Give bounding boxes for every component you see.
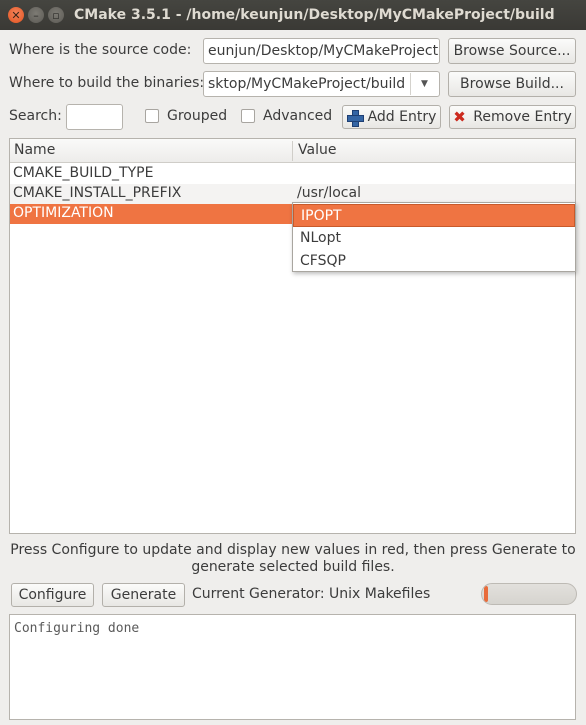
close-window-button[interactable]: ✕: [8, 7, 24, 23]
row-value[interactable]: /usr/local: [297, 185, 361, 201]
chevron-down-icon[interactable]: ▼: [410, 73, 438, 95]
maximize-window-button[interactable]: ▫: [48, 7, 64, 23]
plus-icon: [346, 109, 364, 127]
browse-build-button[interactable]: Browse Build...: [448, 71, 576, 97]
remove-icon: ✖: [453, 108, 466, 126]
table-row[interactable]: CMAKE_BUILD_TYPE: [10, 164, 575, 184]
output-log[interactable]: Configuring done: [9, 614, 576, 720]
source-path-input[interactable]: eunjun/Desktop/MyCMakeProject: [203, 38, 440, 64]
cache-table: Name Value CMAKE_BUILD_TYPE CMAKE_INSTAL…: [9, 138, 576, 534]
column-divider[interactable]: [292, 141, 293, 161]
title-bar: ✕ – ▫ CMake 3.5.1 - /home/keunjun/Deskto…: [0, 0, 586, 30]
dropdown-option-ipopt[interactable]: IPOPT: [293, 204, 575, 227]
build-path-value: sktop/MyCMakeProject/build: [208, 76, 406, 92]
advanced-checkbox[interactable]: [241, 109, 255, 123]
value-dropdown-list: IPOPT NLopt CFSQP: [292, 202, 576, 272]
build-label: Where to build the binaries:: [9, 75, 205, 91]
window-title: CMake 3.5.1 - /home/keunjun/Desktop/MyCM…: [74, 7, 555, 23]
remove-entry-label: Remove Entry: [473, 109, 572, 125]
search-label: Search:: [9, 108, 62, 124]
source-label: Where is the source code:: [9, 42, 192, 58]
grouped-checkbox[interactable]: [145, 109, 159, 123]
progress-bar-fill: [484, 586, 488, 602]
build-path-combo[interactable]: sktop/MyCMakeProject/build ▼: [203, 71, 440, 97]
remove-entry-button[interactable]: ✖ Remove Entry: [449, 105, 576, 129]
browse-build-label: Browse Build...: [460, 76, 564, 92]
configure-button[interactable]: Configure: [11, 583, 94, 607]
column-header-name[interactable]: Name: [14, 142, 55, 158]
current-generator-text: Current Generator: Unix Makefiles: [192, 586, 431, 602]
row-name: OPTIMIZATION: [13, 205, 114, 221]
advanced-label: Advanced: [263, 108, 333, 124]
column-header-value[interactable]: Value: [298, 142, 336, 158]
table-row[interactable]: CMAKE_INSTALL_PREFIX /usr/local: [10, 184, 575, 204]
progress-bar: [481, 583, 577, 605]
generate-button[interactable]: Generate: [102, 583, 185, 607]
add-entry-button[interactable]: Add Entry: [342, 105, 441, 129]
dropdown-option-cfsqp[interactable]: CFSQP: [293, 250, 575, 273]
search-input[interactable]: [66, 104, 123, 130]
grouped-label: Grouped: [167, 108, 228, 124]
add-entry-label: Add Entry: [367, 109, 437, 125]
dropdown-option-nlopt[interactable]: NLopt: [293, 227, 575, 250]
configure-hint: Press Configure to update and display ne…: [10, 542, 576, 575]
minimize-window-button[interactable]: –: [28, 7, 44, 23]
browse-source-button[interactable]: Browse Source...: [448, 38, 576, 64]
row-name: CMAKE_INSTALL_PREFIX: [13, 185, 182, 201]
browse-source-label: Browse Source...: [453, 43, 571, 59]
table-header: Name Value: [10, 139, 575, 163]
generate-label: Generate: [110, 587, 177, 603]
row-name: CMAKE_BUILD_TYPE: [13, 165, 154, 181]
configure-label: Configure: [18, 587, 87, 603]
